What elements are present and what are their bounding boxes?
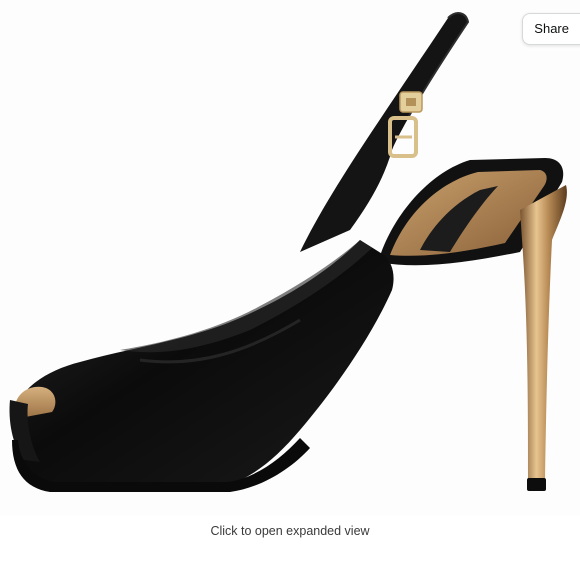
stiletto-heel xyxy=(520,185,567,491)
product-image[interactable] xyxy=(0,0,580,515)
share-button[interactable]: Share xyxy=(522,13,580,45)
expanded-view-caption[interactable]: Click to open expanded view xyxy=(0,524,580,538)
product-image-viewer: Share Click to open expanded view xyxy=(0,0,580,580)
shoe-body xyxy=(14,240,394,486)
